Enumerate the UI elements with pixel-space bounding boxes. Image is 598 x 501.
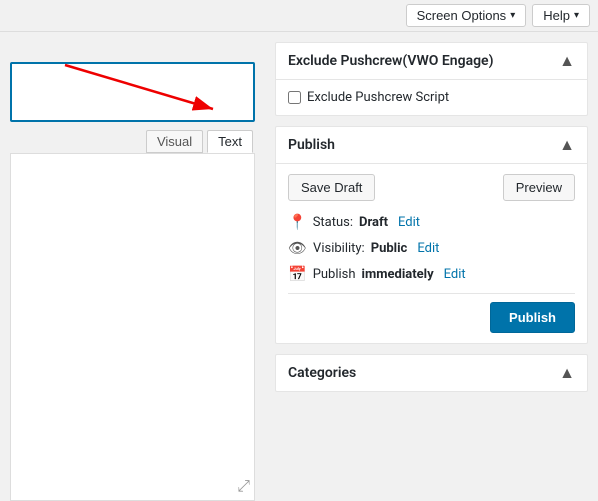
text-tab[interactable]: Text — [207, 130, 253, 153]
publish-toggle-icon: ▲ — [559, 135, 575, 155]
publish-metabox-header[interactable]: Publish ▲ — [276, 127, 587, 164]
status-edit-link[interactable]: Edit — [398, 215, 420, 230]
right-panel: Exclude Pushcrew(VWO Engage) ▲ Exclude P… — [265, 32, 598, 501]
visibility-edit-link[interactable]: Edit — [417, 241, 439, 256]
categories-toggle-icon: ▲ — [559, 363, 575, 383]
publish-time-label: Publish — [313, 267, 356, 282]
exclude-pushcrew-checkbox-label: Exclude Pushcrew Script — [307, 90, 449, 105]
expand-icon[interactable]: ⤢ — [237, 476, 250, 496]
exclude-pushcrew-checkbox-row[interactable]: Exclude Pushcrew Script — [288, 90, 575, 105]
help-button[interactable]: Help ▾ — [532, 4, 590, 27]
visibility-label: Visibility: — [313, 241, 365, 256]
save-draft-button[interactable]: Save Draft — [288, 174, 375, 201]
preview-button[interactable]: Preview — [503, 174, 575, 201]
help-label: Help — [543, 8, 570, 23]
editor-toolbar: Visual Text — [10, 130, 255, 153]
help-chevron-icon: ▾ — [574, 10, 579, 21]
publish-metabox-body: Save Draft Preview 📍 Status: Draft Edit … — [276, 164, 587, 343]
categories-header[interactable]: Categories ▲ — [276, 355, 587, 391]
visibility-icon: 👁 — [288, 239, 307, 257]
publish-button[interactable]: Publish — [490, 302, 575, 333]
visibility-value: Public — [371, 241, 408, 256]
main-layout: Visual Text ⤢ Exclude Pushcrew(VWO Engag… — [0, 32, 598, 501]
publish-metabox: Publish ▲ Save Draft Preview 📍 Status: D… — [275, 126, 588, 344]
post-title-input[interactable] — [10, 62, 255, 122]
exclude-pushcrew-checkbox[interactable] — [288, 91, 301, 104]
exclude-pushcrew-title: Exclude Pushcrew(VWO Engage) — [288, 53, 494, 69]
screen-options-button[interactable]: Screen Options ▾ — [406, 4, 527, 27]
calendar-icon: 📅 — [288, 265, 307, 283]
exclude-pushcrew-metabox: Exclude Pushcrew(VWO Engage) ▲ Exclude P… — [275, 42, 588, 116]
status-row: 📍 Status: Draft Edit — [288, 213, 575, 231]
publish-actions: Save Draft Preview — [288, 174, 575, 201]
top-bar: Screen Options ▾ Help ▾ — [0, 0, 598, 32]
title-textarea[interactable] — [12, 64, 253, 120]
exclude-pushcrew-body: Exclude Pushcrew Script — [276, 80, 587, 115]
exclude-pushcrew-header[interactable]: Exclude Pushcrew(VWO Engage) ▲ — [276, 43, 587, 80]
categories-metabox: Categories ▲ — [275, 354, 588, 392]
status-label: Status: — [313, 215, 353, 230]
publish-time-edit-link[interactable]: Edit — [444, 267, 466, 282]
left-panel: Visual Text ⤢ — [0, 32, 265, 501]
screen-options-label: Screen Options — [417, 8, 507, 23]
publish-title: Publish — [288, 137, 335, 153]
publish-footer: Publish — [288, 293, 575, 333]
categories-title: Categories — [288, 365, 356, 381]
editor-area[interactable]: ⤢ — [10, 153, 255, 501]
publish-time-value: immediately — [362, 267, 434, 282]
status-value: Draft — [359, 215, 388, 230]
status-icon: 📍 — [288, 213, 307, 231]
visibility-row: 👁 Visibility: Public Edit — [288, 239, 575, 257]
exclude-pushcrew-toggle-icon: ▲ — [559, 51, 575, 71]
publish-time-row: 📅 Publish immediately Edit — [288, 265, 575, 283]
screen-options-chevron-icon: ▾ — [510, 10, 515, 21]
visual-tab[interactable]: Visual — [146, 130, 203, 153]
